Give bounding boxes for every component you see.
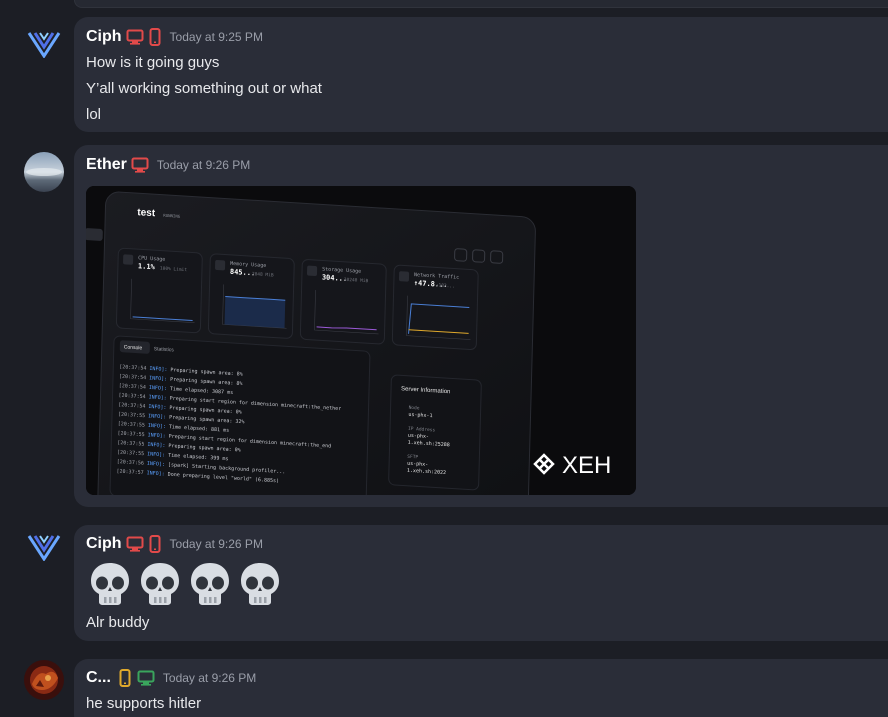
tab-statistics[interactable]: Statistics: [154, 346, 175, 353]
node-label: Node: [409, 405, 420, 412]
timestamp: Today at 9:25 PM: [169, 30, 263, 44]
stat-card: Network Traffic↑47.8...↓183...: [391, 264, 479, 351]
message-text: lol: [86, 106, 102, 123]
message-card: Ether Today at 9:26 PM test RUNNING CPU …: [74, 145, 888, 507]
timestamp: Today at 9:26 PM: [156, 158, 251, 172]
username[interactable]: Ciph: [86, 28, 122, 46]
sftp-label: SFTP: [407, 454, 418, 461]
avatar[interactable]: [24, 527, 64, 567]
message-card: Ciph Today at 9:26 PM Alr buddy: [74, 525, 888, 641]
stat-value: 1.1%: [138, 262, 156, 271]
avatar[interactable]: [24, 152, 64, 192]
tab-console[interactable]: Console: [124, 344, 143, 351]
stat-icon: [123, 254, 134, 265]
username[interactable]: C...: [86, 669, 111, 687]
desktop-icon: [131, 156, 149, 174]
stat-icon: [398, 271, 410, 282]
message-card: Ciph Today at 9:25 PM How is it going gu…: [74, 17, 888, 132]
v-logo-icon: [27, 535, 61, 561]
message-header: Ciph Today at 9:26 PM: [86, 534, 263, 554]
message-card: C... Today at 9:26 PM he supports hitler: [74, 659, 888, 717]
username[interactable]: Ciph: [86, 535, 122, 553]
timestamp: Today at 9:26 PM: [162, 671, 257, 685]
mobile-icon: [117, 669, 133, 687]
message-text: How is it going guys: [86, 54, 220, 71]
server-status: RUNNING: [163, 213, 181, 219]
message-text: Alr buddy: [86, 614, 150, 631]
emoji-row: [86, 560, 284, 608]
stat-icon: [215, 260, 226, 271]
timestamp: Today at 9:26 PM: [169, 537, 263, 551]
skull-emoji[interactable]: [86, 560, 134, 608]
v-logo-icon: [27, 32, 61, 58]
sky-avatar-image: [24, 152, 64, 192]
desktop-icon: [137, 669, 155, 687]
desktop-icon: [126, 28, 144, 46]
avatar[interactable]: [24, 24, 64, 64]
stat-card: Storage Usage304...10240 MiB: [299, 259, 387, 345]
stat-card: CPU Usage1.1% 100% Limit: [115, 247, 203, 334]
stat-icon: [306, 265, 318, 277]
desktop-icon: [126, 535, 144, 553]
stat-graph-fill: [224, 296, 286, 329]
message-text: he supports hitler: [86, 695, 202, 712]
image-attachment[interactable]: test RUNNING CPU Usage 1.1% 100% Limit Memo…: [86, 186, 636, 495]
server-name: test: [137, 207, 156, 219]
skull-emoji[interactable]: [236, 560, 284, 608]
avatar[interactable]: [24, 660, 64, 700]
skull-emoji[interactable]: [136, 560, 184, 608]
mobile-icon: [148, 535, 162, 553]
previous-message-edge: [74, 0, 888, 8]
stat-card: Memory Usage845...2048 MiB: [207, 253, 295, 339]
message-header: Ether Today at 9:26 PM: [86, 155, 250, 175]
message-header: C... Today at 9:26 PM: [86, 668, 256, 688]
username[interactable]: Ether: [86, 156, 127, 174]
message-text: Y’all working something out or what: [86, 80, 322, 97]
skull-emoji[interactable]: [186, 560, 234, 608]
stat-sub: ↓183...: [436, 282, 455, 289]
mobile-icon: [148, 28, 162, 46]
xeh-brand-text: XEH: [562, 452, 611, 479]
message-header: Ciph Today at 9:25 PM: [86, 27, 263, 47]
dragon-avatar-image: [24, 660, 64, 700]
